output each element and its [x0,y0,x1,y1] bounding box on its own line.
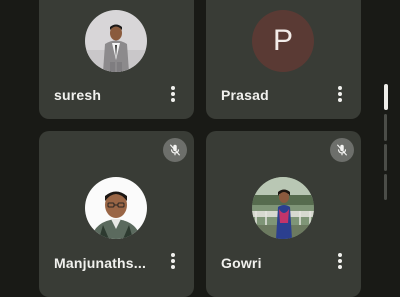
mic-off-icon [330,138,354,162]
more-vertical-icon[interactable] [337,86,343,104]
scrollbar-track-segment [384,174,387,200]
scrollbar-thumb[interactable] [384,84,388,110]
person-photo-icon [85,177,147,239]
participant-name: Prasad [221,87,269,103]
participant-tile-prasad[interactable]: P Prasad [206,0,361,119]
participant-name: Manjunaths... [54,255,147,271]
person-photo-icon [85,10,147,72]
participant-avatar [85,10,147,72]
person-photo-icon [252,177,314,239]
participant-tile-manjunath[interactable]: Manjunaths... [39,131,194,297]
more-vertical-icon[interactable] [337,253,343,271]
more-vertical-icon[interactable] [170,86,176,104]
mic-off-icon [163,138,187,162]
participant-avatar-letter: P [252,10,314,72]
participant-tile-gowri[interactable]: Gowri [206,131,361,297]
participant-name: suresh [54,87,102,103]
scrollbar-track-segment [384,114,387,141]
participant-tile-suresh[interactable]: suresh [39,0,194,119]
participant-name: Gowri [221,255,262,271]
participant-avatar [252,177,314,239]
scrollbar-track-segment [384,144,387,171]
more-vertical-icon[interactable] [170,253,176,271]
scrollbar[interactable] [384,84,390,200]
participant-avatar [85,177,147,239]
